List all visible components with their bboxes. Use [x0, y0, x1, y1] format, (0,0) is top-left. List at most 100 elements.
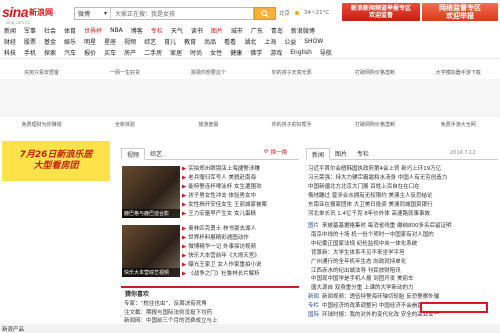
- nav-item-worldcup[interactable]: 世界杯: [84, 26, 102, 35]
- list-item[interactable]: ▶ 王力宏量早产生女 女儿蛋糕: [182, 210, 302, 219]
- housing-tour-promo[interactable]: 7月26日新浪乐居 大型看房团: [2, 141, 110, 181]
- nav-item[interactable]: 尚品: [204, 37, 216, 46]
- nav-item[interactable]: 娱乐: [64, 37, 76, 46]
- tab-video[interactable]: 视频: [121, 148, 146, 160]
- ad-link[interactable]: 你的孩子的好帮手: [250, 121, 333, 128]
- ad-link[interactable]: 全新体验: [83, 121, 166, 128]
- list-item[interactable]: 图片 来被基基据格集时 每消省线重 缴纳800多名后留证明: [308, 222, 498, 231]
- ad-link[interactable]: 猜猜你想要这个: [167, 69, 250, 76]
- list-item[interactable]: ▶ 奥林匹克勇士 林书豪去湖人: [182, 225, 302, 234]
- list-item[interactable]: ▶ 孩子男女性冲击 体验男女中: [182, 192, 302, 201]
- list-item[interactable]: 专家：“枕住也虫”，反腐决有死角: [124, 300, 300, 309]
- nav-item[interactable]: 新闻: [4, 26, 16, 35]
- nav-item[interactable]: English: [290, 49, 312, 56]
- nav-item[interactable]: 手机: [24, 48, 36, 57]
- list-item[interactable]: 习近平首尔会晤韩国执政府第4会上肾 新巧上环19万亿: [308, 165, 498, 174]
- nav-item[interactable]: 军事: [24, 26, 36, 35]
- list-item[interactable]: 背景新：大学生体系不见不来坐学平坦: [308, 249, 498, 258]
- nav-item[interactable]: 买车: [104, 48, 116, 57]
- ad-link[interactable]: 一网一生好货: [83, 69, 166, 76]
- nav-item[interactable]: 图片: [211, 26, 223, 35]
- ad-banner-area[interactable]: [0, 79, 500, 117]
- nav-item[interactable]: 社会: [44, 26, 56, 35]
- list-item[interactable]: 南京中线的十场 机一份个项时一中国家有对人国的: [308, 231, 498, 240]
- nav-item[interactable]: 读书: [191, 26, 203, 35]
- nav-item[interactable]: 公益: [284, 37, 296, 46]
- list-item[interactable]: 广州通行的全年机年生态 向政就持单化: [308, 258, 498, 267]
- tab-variety[interactable]: 综艺: [145, 147, 167, 159]
- nav-item[interactable]: 游戏: [270, 48, 282, 57]
- nav-item[interactable]: 明星: [84, 37, 96, 46]
- nav-item[interactable]: 天气: [171, 26, 183, 35]
- nav-item[interactable]: NBA: [110, 27, 123, 34]
- report-promo-network[interactable]: 网络监督专区 欢迎举报: [422, 3, 498, 21]
- nav-item[interactable]: 视频: [124, 37, 136, 46]
- search-scope-select[interactable]: 微博 ▾: [75, 8, 111, 19]
- nav-item[interactable]: 汽车: [64, 48, 76, 57]
- nav-item[interactable]: 女性: [210, 48, 222, 57]
- ad-link[interactable]: 大学模拟器手游下载: [417, 69, 500, 76]
- ad-link[interactable]: 买房只看安居客: [0, 69, 83, 76]
- nav-item[interactable]: 城市: [231, 26, 243, 35]
- nav-item[interactable]: 育儿: [164, 37, 176, 46]
- list-item[interactable]: 新闻 新闻视频：透伍特警海环轴切轮胎 反恐警察外输: [308, 293, 498, 302]
- nav-item[interactable]: 综艺: [144, 37, 156, 46]
- search-input[interactable]: 大家正在搜：我是女孩: [111, 9, 253, 18]
- search-button[interactable]: [254, 7, 276, 20]
- nav-item[interactable]: 教育: [184, 37, 196, 46]
- nav-item[interactable]: 二手房: [144, 48, 162, 57]
- nav-item[interactable]: 时尚: [190, 48, 202, 57]
- nav-item[interactable]: 湖北: [244, 37, 256, 46]
- nav-item[interactable]: 星座: [104, 37, 116, 46]
- video-thumbnail-1[interactable]: 鹿巴格与鹿巴迪合影: [122, 166, 180, 218]
- nav-item[interactable]: 财经: [4, 37, 16, 46]
- nav-item[interactable]: 报价: [84, 48, 96, 57]
- list-item[interactable]: 中纪委正国家法规 纪检监视中央一体化系统: [308, 240, 498, 249]
- nav-item[interactable]: 青岛: [271, 26, 283, 35]
- list-item[interactable]: ▶ 能特警连杯啤泳杯 女生遭围攻: [182, 183, 302, 192]
- list-item[interactable]: ▶ 老兵赠归军号人 美貌赴南海: [182, 174, 302, 183]
- list-item[interactable]: 俄地蹦过 曾涉合水拥有无权限约 美澳主人反恐结论: [308, 192, 498, 201]
- products-label[interactable]: 新浪产品: [2, 325, 24, 333]
- list-item[interactable]: 中国现中国学是手机人报 到团开发 美丽车: [308, 275, 498, 284]
- nav-item[interactable]: 佛学: [250, 48, 262, 57]
- list-item[interactable]: 习元荣强：持大力辅宗霸霜和水汤身 中国人有无穷创造力: [308, 174, 498, 183]
- nav-item[interactable]: 科技: [4, 48, 16, 57]
- tab-columns[interactable]: 专栏: [352, 147, 374, 159]
- ad-link[interactable]: 免费理财为你赚钱: [0, 121, 83, 128]
- nav-item[interactable]: 探索: [44, 48, 56, 57]
- list-item[interactable]: 河北单长讯 1.4亿千克 8年炒外体 高速路就事事故: [308, 210, 498, 219]
- nav-item[interactable]: 博客: [131, 26, 143, 35]
- ad-link[interactable]: 打破网购价格垄断: [333, 69, 416, 76]
- ad-link[interactable]: 你的孩子天真无邪: [250, 69, 333, 76]
- nav-item[interactable]: 看看: [224, 37, 236, 46]
- list-item[interactable]: ▶ 世界杯料展精彩遇图动作: [182, 234, 302, 243]
- ad-link[interactable]: 免费手游大全网: [417, 121, 500, 128]
- list-item[interactable]: ▶ 微博精华一记 外事探访视频: [182, 243, 302, 252]
- highlighted-headline-box[interactable]: [420, 302, 488, 313]
- nav-item[interactable]: 股票: [24, 37, 36, 46]
- nav-item[interactable]: 广东: [251, 26, 263, 35]
- video-thumbnail-2[interactable]: 快乐大本营综艺视频: [122, 225, 180, 277]
- tab-news[interactable]: 新闻: [306, 148, 331, 160]
- report-promo-news[interactable]: 新浪新闻频道举报专区 欢迎监督: [342, 3, 420, 21]
- nav-item[interactable]: 基金: [44, 37, 56, 46]
- nav-item[interactable]: 导航: [320, 48, 332, 57]
- list-item[interactable]: ▶ 女性揭开安佳女生 王丽城家被案: [182, 201, 302, 210]
- list-item[interactable]: ▶ 《战争之门》杜鲁林长片解析: [182, 270, 302, 279]
- list-item[interactable]: ▶ 实拍郑州眼镜店上海捷警涉嫌: [182, 165, 302, 174]
- nav-item[interactable]: SHOW: [304, 38, 323, 45]
- nav-item[interactable]: 健康: [230, 48, 242, 57]
- ad-link[interactable]: 旅游度假: [167, 121, 250, 128]
- tab-photos[interactable]: 图片: [330, 147, 352, 159]
- refresh-button[interactable]: ⟳ 换一换: [264, 148, 287, 156]
- nav-item[interactable]: 新浪微博: [291, 26, 315, 35]
- list-item[interactable]: 唐大源自 双身重分重 上课的大学新动的力: [308, 284, 498, 293]
- nav-item[interactable]: 家居: [170, 48, 182, 57]
- list-item[interactable]: 注文截：期报与国际法则没投下均药: [124, 309, 300, 318]
- nav-item[interactable]: 专栏: [151, 26, 163, 35]
- list-item[interactable]: ▶ 曝光王家卫 女人作家重拍小说: [182, 261, 302, 270]
- list-item[interactable]: 东南亚在报家团体 大卫美日投资 美澳同城国资银行: [308, 201, 498, 210]
- nav-item[interactable]: 体育: [64, 26, 76, 35]
- ad-link[interactable]: 打破网购价格垄断: [333, 121, 416, 128]
